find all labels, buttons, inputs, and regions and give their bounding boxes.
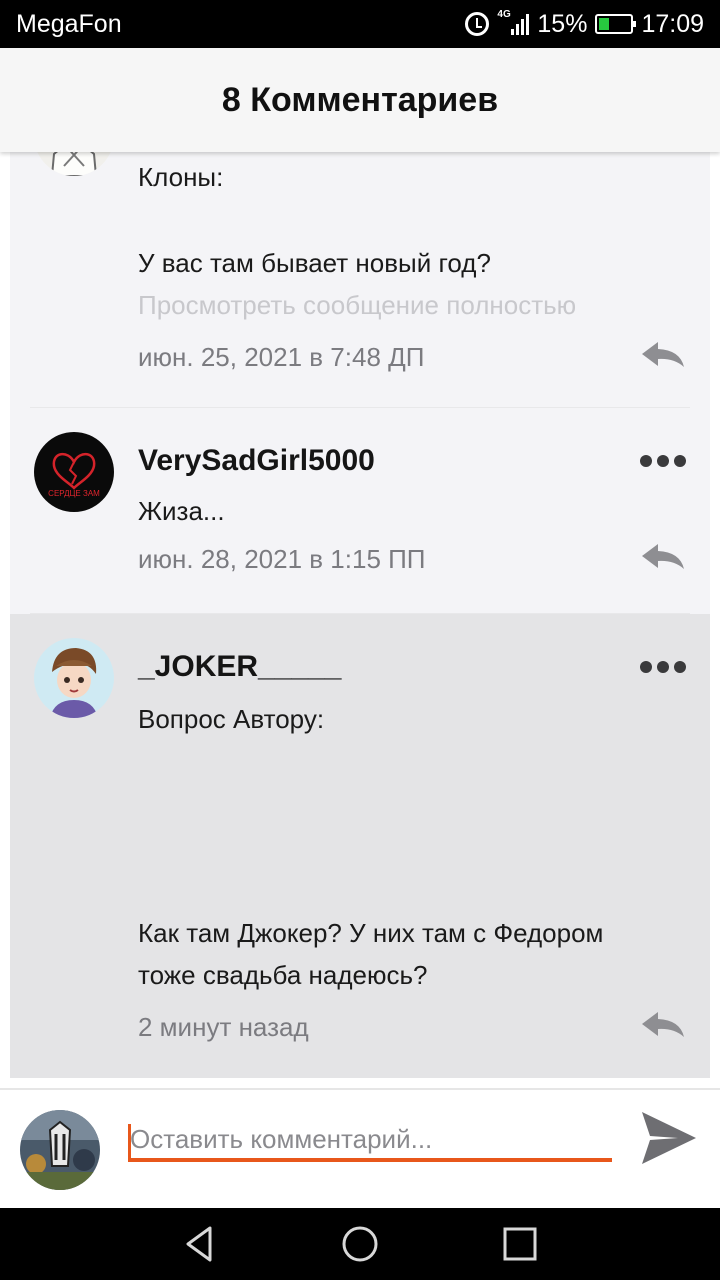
more-options-icon[interactable] [640,455,686,469]
more-options-icon[interactable] [640,661,686,675]
comment-timestamp: 2 минут назад [138,1012,309,1042]
comment-item[interactable]: Клоны: У вас там бывает новый год? Просм… [10,152,710,408]
comment-input[interactable] [128,1120,612,1162]
comment-text: У вас там бывает новый год? [138,248,491,278]
comment-text: Клоны: [138,162,224,192]
signal-icon: 4G [497,9,530,35]
reply-icon[interactable] [640,1010,686,1040]
comment-text: Вопрос Автору: [138,704,325,734]
clock: 17:09 [641,9,704,38]
comments-list[interactable]: Клоны: У вас там бывает новый год? Просм… [10,152,710,1078]
navigation-bar [0,1208,720,1280]
comment-item-highlighted[interactable]: _JOKER_____ Вопрос Автору: Как там Джоке… [10,614,710,1078]
comment-text: Жиза... [138,496,225,526]
page-title: 8 Комментариев [221,80,499,119]
avatar[interactable] [34,638,114,718]
home-icon[interactable] [340,1224,380,1264]
reply-icon[interactable] [640,340,686,370]
comment-text: Как там Джокер? У них там с Федором [138,918,604,948]
avatar-caption: СЕРДЦЕ ЗАМ [48,489,100,498]
compose-bar [0,1088,720,1208]
back-icon[interactable] [180,1224,220,1264]
comment-timestamp: июн. 28, 2021 в 1:15 ПП [138,544,426,574]
avatar[interactable] [34,152,114,176]
comment-timestamp: июн. 25, 2021 в 7:48 ДП [138,342,425,372]
carrier-name: MegaFon [16,10,122,38]
text-cursor [128,1124,131,1158]
battery-icon [595,14,637,34]
network-type: 4G [497,9,511,20]
status-icons: 4G 15% 17:09 [465,8,704,40]
reply-icon[interactable] [640,542,686,572]
battery-percent: 15% [537,9,588,38]
comment-username[interactable]: VerySadGirl5000 [138,444,375,478]
comment-text: тоже свадьба надеюсь? [138,960,428,990]
my-avatar[interactable] [20,1110,100,1190]
comment-username[interactable]: _JOKER_____ [138,650,341,684]
read-more-link[interactable]: Просмотреть сообщение полностью [138,284,576,326]
comment-item[interactable]: СЕРДЦЕ ЗАМ VerySadGirl5000 Жиза... июн. … [10,408,710,614]
status-bar: MegaFon 4G 15% 17:09 [0,0,720,48]
recents-icon[interactable] [500,1224,540,1264]
alarm-icon [465,12,490,36]
send-icon[interactable] [640,1110,698,1166]
comments-header: 8 Комментариев [0,48,720,152]
avatar[interactable]: СЕРДЦЕ ЗАМ [34,432,114,512]
